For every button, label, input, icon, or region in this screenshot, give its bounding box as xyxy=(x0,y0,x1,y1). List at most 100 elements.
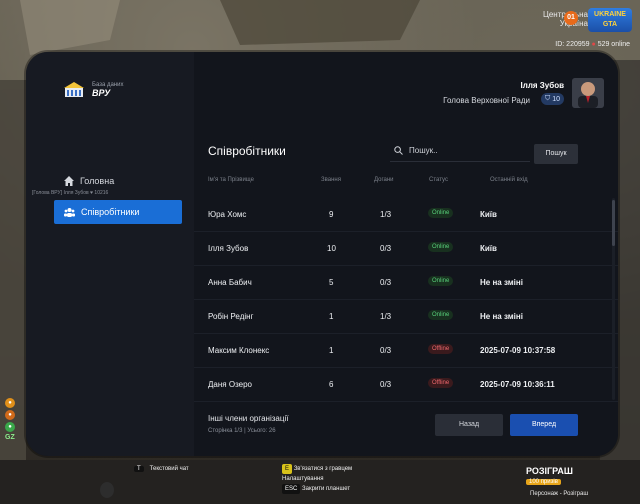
green-zone-label: GZ xyxy=(5,434,15,441)
pagination-info: Сторінка 1/3 | Усього: 26 xyxy=(208,428,276,434)
table-row[interactable]: Даня Озеро 6 0/3 Offline 2025-07-09 10:3… xyxy=(194,368,618,402)
hint-settings: Налаштування xyxy=(282,476,324,482)
home-icon xyxy=(64,176,74,186)
player-tag-text: [Голова ВРУ] Ілля Зубов xyxy=(32,190,89,196)
tablet-window: База даних ВРУ Головна [Голова ВРУ] Ілля… xyxy=(26,52,618,456)
cell-rank: 9 xyxy=(329,210,334,219)
search-button[interactable]: Пошук xyxy=(534,144,578,164)
cell-warns: 0/3 xyxy=(380,278,392,287)
cell-name: Даня Озеро xyxy=(208,380,252,389)
table-row[interactable]: Робін Редінг 1 1/3 Online Не на зміні xyxy=(194,300,618,334)
cell-warns: 1/3 xyxy=(380,210,392,219)
cell-last: Не на зміні xyxy=(480,312,523,321)
table-row[interactable]: Ілля Зубов 10 0/3 Online Київ xyxy=(194,232,618,266)
hint-key-esc: ESC xyxy=(282,484,301,494)
cell-name: Юра Хомс xyxy=(208,210,247,219)
brand: База даних ВРУ xyxy=(64,82,123,98)
cell-rank: 5 xyxy=(329,278,334,287)
cell-last: 2025-07-09 10:36:11 xyxy=(480,380,555,389)
avatar xyxy=(572,78,604,108)
col-last: Останній вхід xyxy=(490,177,528,183)
cell-rank: 1 xyxy=(329,312,334,321)
next-button[interactable]: Вперед xyxy=(510,414,578,436)
thirst-icon: ● xyxy=(5,410,15,420)
player-id: ID: 220959 xyxy=(555,41,590,48)
cell-warns: 1/3 xyxy=(380,312,392,321)
hint-contact: Зв'язатися з гравцем xyxy=(293,466,353,472)
search-input[interactable]: Пошук.. xyxy=(390,140,530,162)
status-badge: Offline xyxy=(428,378,454,388)
chat-label: Текстовий чат xyxy=(149,466,189,472)
health-icon: ● xyxy=(5,422,15,432)
server-logo-line-2: GTA xyxy=(602,21,618,28)
online-count: 529 online xyxy=(597,41,630,48)
avatar-portrait xyxy=(572,78,604,108)
hint-key-e: E xyxy=(282,464,293,474)
raffle-value: 100 xyxy=(529,479,540,485)
back-button[interactable]: Назад xyxy=(435,414,503,436)
user-role: Голова Верховної Ради xyxy=(443,96,530,105)
raffle-widget[interactable]: РОЗІГРАШ 100 призів Персонаж - Розіграш xyxy=(522,466,634,498)
table-row[interactable]: Анна Бабич 5 0/3 Online Не на зміні xyxy=(194,266,618,300)
cell-rank: 1 xyxy=(329,346,334,355)
staff-table: Юра Хомс 9 1/3 Online Київ Ілля Зубов 10… xyxy=(194,198,618,402)
status-badge: Online xyxy=(428,242,454,252)
col-status: Статус xyxy=(429,177,448,183)
col-warns: Догани xyxy=(374,177,394,183)
table-row[interactable]: Максим Клонекс 1 0/3 Offline 2025-07-09 … xyxy=(194,334,618,368)
player-id-online: ID: 220959 ● 529 online xyxy=(555,41,630,48)
search-icon xyxy=(394,146,403,155)
shield-icon: ⛉ xyxy=(544,95,551,102)
sidebar-item-staff[interactable]: Співробітники xyxy=(54,200,182,224)
cell-warns: 0/3 xyxy=(380,380,392,389)
status-badge: Online xyxy=(428,310,454,320)
hunger-icon: ● xyxy=(5,398,15,408)
scrollbar-thumb[interactable] xyxy=(612,200,615,246)
user-level-badge: ⛉ 10 xyxy=(540,93,564,105)
online-icon: ● xyxy=(591,41,596,48)
raffle-count: 100 призів xyxy=(526,479,561,485)
chat-key: T xyxy=(134,466,144,472)
status-badge: Online xyxy=(428,276,454,286)
cell-rank: 6 xyxy=(329,380,334,389)
user-name: Ілля Зубов xyxy=(520,81,564,90)
player-tag-id: 10216 xyxy=(94,190,109,196)
cell-name: Робін Редінг xyxy=(208,312,254,321)
raffle-title: РОЗІГРАШ xyxy=(526,466,573,476)
sidebar-item-staff-label: Співробітники xyxy=(81,207,140,217)
raffle-subtitle: Персонаж - Розіграш xyxy=(530,491,589,497)
chat-hint: T Текстовий чат xyxy=(134,466,189,472)
parliament-icon xyxy=(64,82,84,97)
cell-last: Київ xyxy=(480,244,497,253)
heart-icon: ♥ xyxy=(90,190,94,196)
region-badge: 01 xyxy=(564,11,578,25)
sidebar-item-home-label: Головна xyxy=(80,176,115,186)
status-badge: Offline xyxy=(428,344,454,354)
cell-last: 2025-07-09 10:37:58 xyxy=(480,346,556,355)
sidebar-item-home[interactable]: Головна xyxy=(64,176,114,186)
col-name: Ім'я та Прізвище xyxy=(208,177,255,183)
cell-warns: 0/3 xyxy=(380,244,392,253)
cell-name: Ілля Зубов xyxy=(208,244,249,253)
sidebar: База даних ВРУ Головна [Голова ВРУ] Ілля… xyxy=(26,52,194,456)
cell-last: Київ xyxy=(480,210,497,219)
cell-rank: 10 xyxy=(327,244,336,253)
raffle-value-label: призів xyxy=(540,479,558,485)
table-row[interactable]: Юра Хомс 9 1/3 Online Київ xyxy=(194,198,618,232)
key-hints: E Зв'язатися з гравцем Налаштування ESC … xyxy=(282,464,352,494)
other-members-label: Інші члени організації xyxy=(208,414,289,423)
player-tag: [Голова ВРУ] Ілля Зубов ♥ 10216 xyxy=(32,190,108,196)
main-panel: Ілля Зубов Голова Верховної Ради ⛉ 10 Сп… xyxy=(194,52,618,456)
server-logo: UKRAINE GTA xyxy=(588,8,632,32)
cell-warns: 0/3 xyxy=(380,346,392,355)
microphone-icon xyxy=(100,482,114,498)
table-header: Ім'я та Прізвище Звання Догани Статус Ос… xyxy=(194,177,618,189)
search-placeholder: Пошук.. xyxy=(409,146,438,155)
users-icon xyxy=(64,208,75,217)
brand-title: ВРУ xyxy=(92,88,111,98)
left-status-icons: ● ● ● GZ xyxy=(5,398,15,441)
cell-name: Анна Бабич xyxy=(208,278,252,287)
cell-last: Не на зміні xyxy=(480,278,523,287)
hint-close: Закрити планшет xyxy=(302,486,351,492)
status-badge: Online xyxy=(428,208,454,218)
